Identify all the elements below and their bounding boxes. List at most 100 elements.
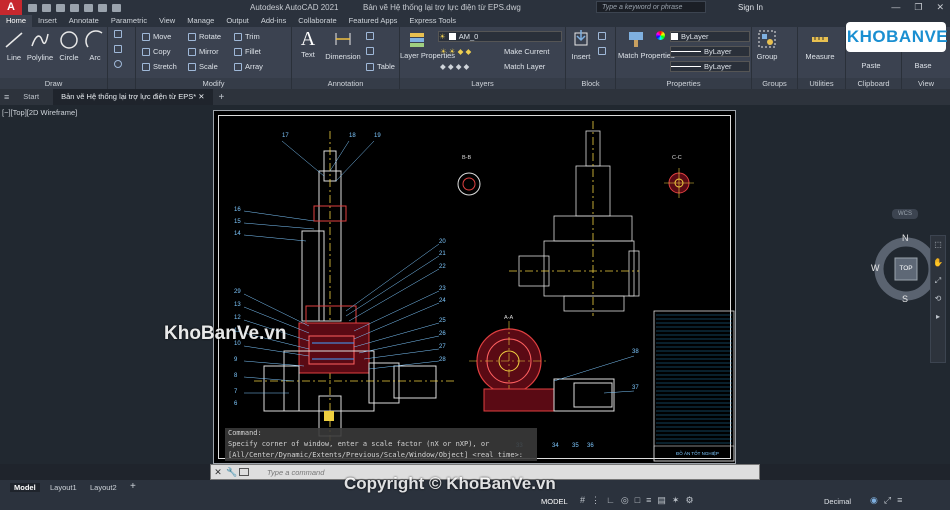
save-as-icon[interactable] [70,3,79,12]
tab-output[interactable]: Output [220,15,255,27]
tab-layout2[interactable]: Layout2 [90,483,117,492]
clipboard-panel-title[interactable]: Clipboard [846,78,901,89]
redo-icon[interactable] [112,3,121,12]
color-dropdown[interactable]: ByLayer [670,31,750,42]
layers-panel-title[interactable]: Layers [400,78,565,89]
group-tool[interactable]: Group [754,29,780,61]
tab-manage[interactable]: Manage [181,15,220,27]
tab-annotate[interactable]: Annotate [63,15,105,27]
array-button[interactable]: Array [234,62,263,71]
color-wheel-icon[interactable] [656,31,665,40]
add-layout-icon[interactable]: + [130,481,136,492]
print-icon[interactable] [84,3,93,12]
line-tool[interactable]: Line [3,30,25,62]
paste-tool[interactable]: Paste [856,61,886,70]
wrench-icon[interactable]: 🔧 [225,467,239,478]
save-icon[interactable] [56,3,65,12]
rectangle-icon[interactable] [114,30,122,38]
undo-icon[interactable] [98,3,107,12]
search-input[interactable]: Type a keyword or phrase [596,1,706,13]
status-right-icons[interactable]: ◉ ⤢ ≡ [870,495,902,506]
lineweight-dropdown[interactable]: ByLayer [670,61,750,72]
viewcube-top-face[interactable]: TOP [897,265,915,272]
new-file-icon[interactable] [28,3,37,12]
table-button[interactable]: Table [366,62,395,71]
compass-north[interactable]: N [902,233,909,243]
tab-express-tools[interactable]: Express Tools [403,15,462,27]
tab-start[interactable]: Start [15,89,47,105]
open-file-icon[interactable] [42,3,51,12]
tab-featured-apps[interactable]: Featured Apps [343,15,404,27]
compass-west[interactable]: W [871,263,880,273]
close-icon[interactable]: ✕ [936,2,944,13]
tab-model[interactable]: Model [10,483,40,492]
linear-dim-icon[interactable] [366,32,374,40]
ellipse-icon[interactable] [114,60,122,68]
circle-tool[interactable]: Circle [57,30,81,62]
annotation-panel-title[interactable]: Annotation [292,78,399,89]
linetype-dropdown[interactable]: ByLayer [670,46,750,57]
tab-home[interactable]: Home [0,15,33,27]
status-toggles[interactable]: # ⋮ ∟ ◎ □ ≡ ▤ ✶ ⚙ [580,495,694,506]
layer-tools-row2[interactable]: ◆ ◆ ◆ ◆ [440,62,469,71]
match-properties-tool[interactable]: Match Properties [618,29,675,60]
modify-panel-title[interactable]: Modify [136,78,291,89]
tab-layout1[interactable]: Layout1 [50,483,77,492]
properties-panel-title[interactable]: Properties [616,78,751,89]
tab-collaborate[interactable]: Collaborate [292,15,342,27]
new-tab-icon[interactable]: + [219,92,225,103]
wcs-menu[interactable]: WCS [892,209,918,219]
make-current-button[interactable]: Make Current [504,47,549,56]
arc-tool[interactable]: Arc [84,30,106,62]
hatch-icon[interactable] [114,45,122,53]
minimize-icon[interactable]: — [891,2,900,13]
insert-tool[interactable]: Insert [568,29,594,61]
tab-view[interactable]: View [153,15,181,27]
base-view-tool[interactable]: Base [908,61,938,70]
layer-dropdown[interactable]: ☀ AM_0 [438,31,562,42]
tab-drawing[interactable]: Bản vẽ Hệ thống lại trợ lực điện từ EPS*… [53,89,213,105]
scale-button[interactable]: Scale [188,62,218,71]
layer-tools-row1[interactable]: ☀ ☀ ◆ ◆ [440,47,471,56]
polyline-tool[interactable]: Polyline [25,30,55,62]
utilities-panel-title[interactable]: Utilities [798,78,845,89]
close-tab-icon[interactable]: ✕ [198,92,204,101]
match-layer-button[interactable]: Match Layer [504,62,545,71]
layer-properties-tool[interactable]: Layer Properties [400,29,455,60]
drawing-sheet[interactable]: B-B C-C A-A ĐỒ ÁN TỐT NGHIỆP 17 18 19 16… [213,110,736,464]
autocad-logo-icon[interactable]: A [0,0,22,15]
nav-icons[interactable]: ⬚ ✋ ⤢ ⟲ ▸ [931,236,945,326]
trim-button[interactable]: Trim [234,32,260,41]
units-button[interactable]: Decimal [824,497,851,506]
command-input[interactable]: Type a command [249,468,324,477]
stretch-button[interactable]: Stretch [142,62,177,71]
tab-parametric[interactable]: Parametric [105,15,153,27]
menu-icon[interactable]: ≡ [0,92,9,102]
edit-block-icon[interactable] [598,47,606,55]
move-button[interactable]: Move [142,32,171,41]
compass-south[interactable]: S [902,294,908,304]
create-block-icon[interactable] [598,32,606,40]
view-panel-title[interactable]: View [902,78,950,89]
transparency-icon: ▤ [657,495,666,505]
text-tool[interactable]: A Text [296,29,320,59]
tab-add-ins[interactable]: Add-ins [255,15,292,27]
fillet-button[interactable]: Fillet [234,47,261,56]
draw-panel-title[interactable]: Draw [0,78,107,89]
callout-label: 14 [234,231,241,237]
measure-tool[interactable]: Measure [800,29,840,61]
leader-icon[interactable] [366,47,374,55]
viewport-controls[interactable]: [−][Top][2D Wireframe] [2,108,77,117]
drawing-viewport[interactable]: [−][Top][2D Wireframe] B-B C-C A-A ĐỒ ÁN… [0,105,950,464]
groups-panel-title[interactable]: Groups [752,78,797,89]
block-panel-title[interactable]: Block [566,78,615,89]
dimension-tool[interactable]: Dimension [323,29,363,61]
tab-insert[interactable]: Insert [32,15,63,27]
close-command-icon[interactable]: ✕ [211,467,225,478]
copy-button[interactable]: Copy [142,47,171,56]
model-space-button[interactable]: MODEL [541,497,568,506]
maximize-icon[interactable]: ❐ [914,2,922,13]
mirror-button[interactable]: Mirror [188,47,219,56]
sign-in-button[interactable]: Sign In [738,3,763,12]
rotate-button[interactable]: Rotate [188,32,221,41]
